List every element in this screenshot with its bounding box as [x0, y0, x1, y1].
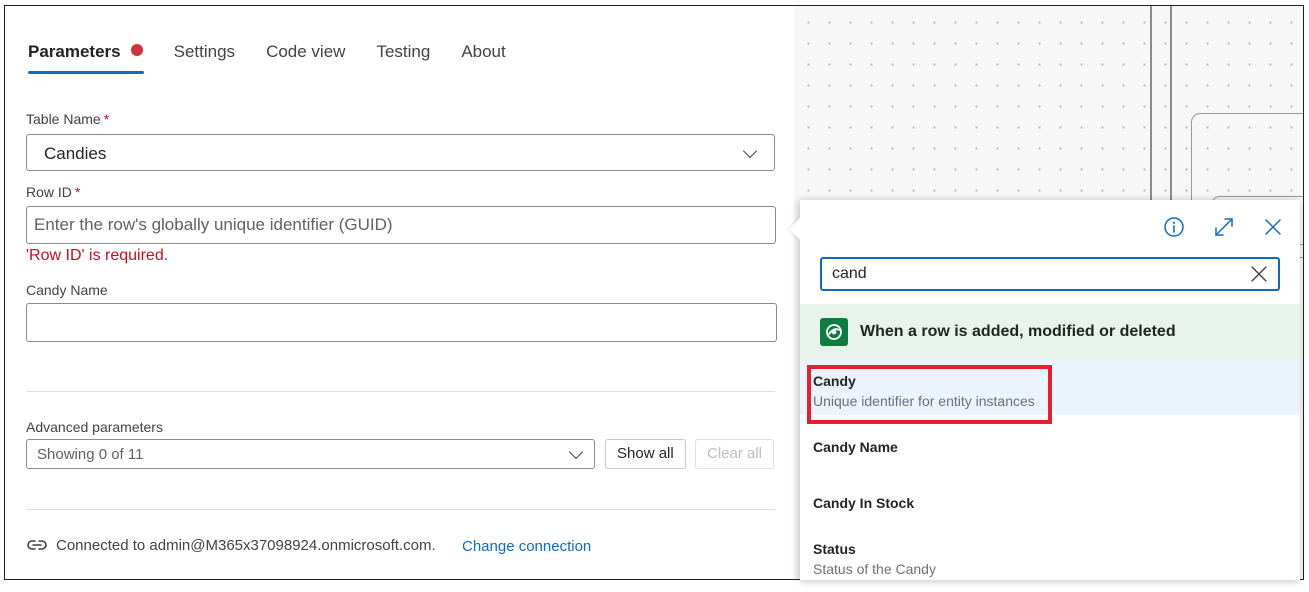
tab-label: Parameters	[28, 42, 121, 61]
required-mark: *	[74, 184, 81, 200]
table-name-dropdown[interactable]: Candies	[26, 134, 775, 171]
chevron-down-icon	[742, 143, 758, 159]
tab-parameters[interactable]: Parameters	[28, 42, 144, 74]
info-icon[interactable]	[1163, 216, 1185, 238]
list-item-candy[interactable]: Candy Unique identifier for entity insta…	[800, 360, 1300, 415]
item-description: Unique identifier for entity instances	[813, 393, 1035, 409]
item-name: Candy	[813, 373, 856, 389]
divider	[26, 391, 775, 392]
popup-caret	[789, 218, 800, 240]
row-id-input[interactable]	[26, 206, 776, 244]
candy-name-label: Candy Name	[26, 282, 108, 298]
advanced-parameters-dropdown[interactable]: Showing 0 of 11	[26, 439, 595, 469]
dynamic-content-panel: When a row is added, modified or deleted…	[789, 200, 1300, 580]
connector-line	[1150, 6, 1152, 216]
item-description: Status of the Candy	[813, 561, 936, 577]
required-mark: *	[103, 111, 110, 127]
tab-label: Settings	[173, 42, 236, 61]
tab-label: Testing	[376, 42, 431, 61]
close-icon[interactable]	[1262, 216, 1284, 238]
dataverse-icon	[820, 318, 848, 346]
item-name: Status	[813, 541, 856, 557]
row-id-error: 'Row ID' is required.	[26, 247, 169, 264]
tab-bar: Parameters Settings Code view Testing Ab…	[28, 42, 537, 74]
search-box	[820, 257, 1280, 291]
clear-search-icon[interactable]	[1250, 265, 1268, 283]
advanced-parameters-value: Showing 0 of 11	[37, 446, 144, 463]
link-icon	[27, 540, 47, 550]
tab-about[interactable]: About	[461, 42, 505, 62]
advanced-parameters-label: Advanced parameters	[26, 419, 163, 435]
list-item-status[interactable]: Status Status of the Candy	[800, 526, 1300, 580]
list-item-candy-name[interactable]: Candy Name	[800, 415, 1300, 471]
connector-line	[1170, 6, 1172, 216]
list-item-candy-in-stock[interactable]: Candy In Stock	[800, 471, 1300, 526]
expand-icon[interactable]	[1213, 216, 1235, 238]
tab-label: Code view	[266, 42, 346, 61]
tab-testing[interactable]: Testing	[376, 42, 430, 62]
tab-label: About	[461, 42, 506, 61]
clear-all-button[interactable]: Clear all	[695, 439, 775, 469]
connection-status: Connected to admin@M365x37098924.onmicro…	[56, 537, 436, 554]
search-input[interactable]	[832, 263, 1232, 285]
trigger-group-header[interactable]: When a row is added, modified or deleted	[800, 304, 1300, 360]
divider	[26, 509, 775, 510]
table-name-label: Table Name *	[26, 111, 110, 127]
tab-code-view[interactable]: Code view	[266, 42, 345, 62]
table-name-value: Candies	[44, 144, 107, 163]
show-all-button[interactable]: Show all	[605, 439, 686, 469]
tab-settings[interactable]: Settings	[174, 42, 235, 62]
item-name: Candy In Stock	[813, 495, 915, 511]
item-name: Candy Name	[813, 439, 898, 455]
group-title: When a row is added, modified or deleted	[860, 323, 1176, 340]
row-id-label: Row ID *	[26, 184, 81, 200]
action-details-panel: Parameters Settings Code view Testing Ab…	[5, 6, 794, 579]
chevron-down-icon	[568, 444, 584, 460]
change-connection-link[interactable]: Change connection	[462, 538, 591, 555]
candy-name-input[interactable]	[26, 303, 777, 342]
error-dot	[130, 44, 143, 56]
